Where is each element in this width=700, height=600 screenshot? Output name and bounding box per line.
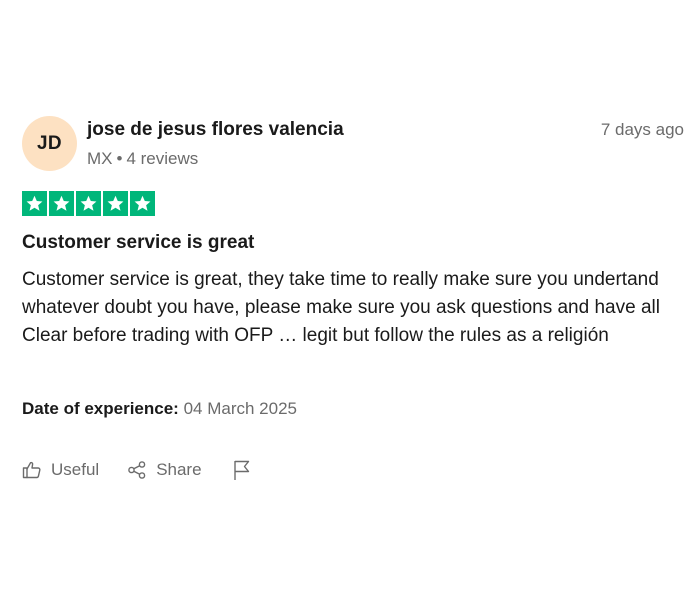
share-button[interactable]: Share [127, 460, 202, 480]
review-posted-date: 7 days ago [600, 120, 684, 139]
review-card: JD jose de jesus flores valencia MX • 4 re… [22, 114, 684, 480]
share-icon [127, 460, 147, 480]
star-icon [130, 191, 155, 216]
review-header: JD jose de jesus flores valencia MX • 4 re… [22, 114, 684, 172]
review-actions: Useful Share [22, 459, 252, 481]
reviewer-meta: MX • 4 reviews [87, 149, 198, 169]
star-icon [103, 191, 128, 216]
useful-button[interactable]: Useful [22, 460, 99, 480]
star-rating [22, 191, 155, 216]
useful-label: Useful [51, 460, 100, 479]
report-button[interactable] [232, 459, 252, 481]
share-label: Share [156, 460, 202, 479]
experience-date: 04 March 2025 [183, 399, 297, 418]
avatar[interactable]: JD [22, 116, 77, 171]
thumbs-up-icon [22, 460, 42, 480]
star-icon [22, 191, 47, 216]
reviewer-country: MX [87, 149, 113, 168]
review-title[interactable]: Customer service is great [22, 232, 254, 254]
star-icon [49, 191, 74, 216]
flag-icon [232, 459, 252, 481]
star-icon [76, 191, 101, 216]
reviewer-name[interactable]: jose de jesus flores valencia [87, 119, 344, 141]
date-of-experience: Date of experience: 04 March 2025 [22, 399, 297, 419]
meta-separator: • [116, 149, 123, 168]
experience-label: Date of experience: [22, 399, 179, 418]
review-body: Customer service is great, they take tim… [22, 269, 660, 346]
reviewer-review-count: 4 reviews [126, 149, 199, 168]
